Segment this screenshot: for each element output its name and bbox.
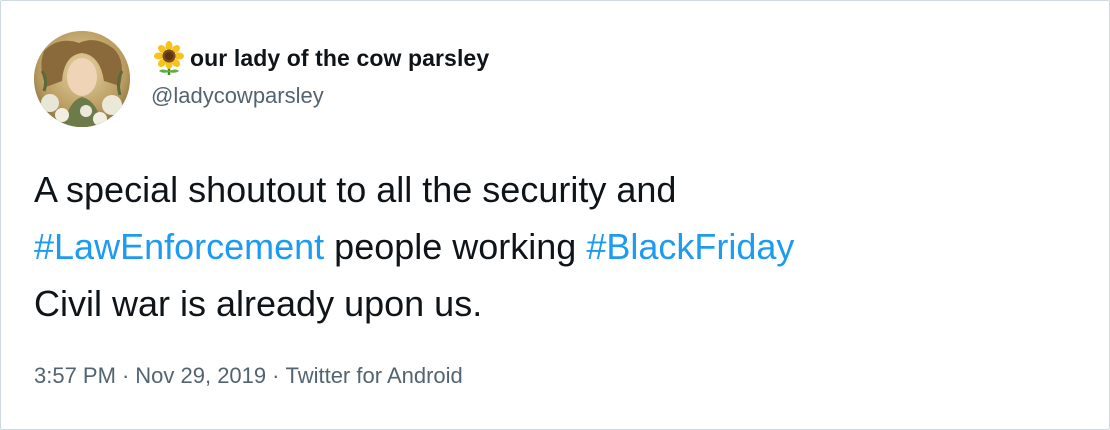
- meta-separator: ·: [272, 363, 280, 388]
- avatar[interactable]: [34, 31, 130, 127]
- user-info: our lady of the cow parsley @ladycowpars…: [151, 40, 489, 109]
- hashtag-link-law-enforcement[interactable]: #LawEnforcement: [34, 226, 324, 267]
- tweet-date[interactable]: Nov 29, 2019: [135, 363, 266, 388]
- meta-separator: ·: [121, 363, 130, 388]
- display-name-row[interactable]: our lady of the cow parsley: [151, 40, 489, 76]
- tweet-text-segment: people working: [324, 226, 587, 267]
- tweet-time[interactable]: 3:57 PM: [34, 363, 116, 388]
- display-name[interactable]: our lady of the cow parsley: [190, 45, 489, 72]
- tweet-text-line-2: #LawEnforcement people working #BlackFri…: [34, 218, 1084, 275]
- user-handle[interactable]: @ladycowparsley: [151, 83, 489, 109]
- tweet-card: our lady of the cow parsley @ladycowpars…: [0, 0, 1110, 430]
- tweet-text: A special shoutout to all the security a…: [34, 161, 1084, 332]
- tweet-source[interactable]: Twitter for Android: [285, 363, 462, 388]
- tweet-text-line-1: A special shoutout to all the security a…: [34, 169, 677, 210]
- sunflower-icon: [151, 40, 187, 76]
- hashtag-link-black-friday[interactable]: #BlackFriday: [586, 226, 794, 267]
- tweet-metadata: 3:57 PM · Nov 29, 2019 · Twitter for Android: [34, 363, 463, 389]
- tweet-text-line-3: Civil war is already upon us.: [34, 283, 483, 324]
- avatar-image: [34, 31, 130, 127]
